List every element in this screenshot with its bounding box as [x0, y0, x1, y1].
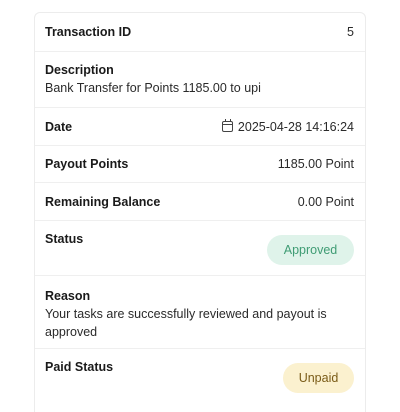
calendar-icon: [221, 119, 233, 132]
remaining-balance-value: 0.00 Point: [297, 194, 354, 209]
reason-row: Reason Your tasks are successfully revie…: [35, 276, 365, 349]
paid-status-row: Paid Status Unpaid: [35, 349, 365, 412]
status-row: Status Approved: [35, 221, 365, 276]
remaining-balance-label: Remaining Balance: [45, 194, 161, 209]
paid-status-badge: Unpaid: [283, 363, 354, 393]
status-badge: Approved: [267, 235, 354, 265]
date-label: Date: [45, 119, 73, 134]
payout-points-label: Payout Points: [45, 157, 129, 171]
transaction-id-row: Transaction ID 5: [35, 13, 365, 52]
payout-points-value: 1185.00 Point: [277, 157, 354, 171]
reason-value: Your tasks are successfully reviewed and…: [45, 307, 327, 339]
payout-points-row: Payout Points 1185.00 Point: [35, 146, 365, 183]
remaining-balance-row: Remaining Balance 0.00 Point: [35, 183, 365, 221]
transaction-id-label: Transaction ID: [45, 25, 132, 39]
date-value: 2025-04-28 14:16:24: [237, 119, 354, 134]
description-value: Bank Transfer for Points 1185.00 to upi: [45, 81, 261, 95]
transaction-id-value: 5: [347, 25, 354, 39]
date-value-wrap: 2025-04-28 14:16:24: [221, 119, 354, 134]
transaction-detail-card: Transaction ID 5 Description Bank Transf…: [34, 12, 366, 412]
date-row: Date 2025-04-28 14:16:24: [35, 108, 365, 146]
description-label: Description: [45, 63, 114, 77]
description-row: Description Bank Transfer for Points 118…: [35, 52, 365, 108]
reason-label: Reason: [45, 289, 91, 303]
